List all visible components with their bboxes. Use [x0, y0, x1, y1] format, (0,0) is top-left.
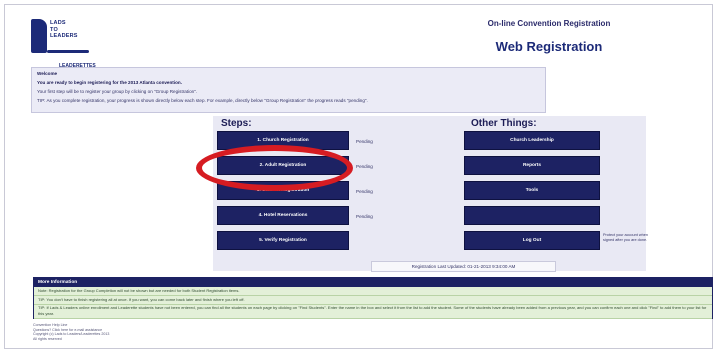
- header-kicker: On-line Convention Registration: [487, 19, 611, 28]
- footer-line-4: All rights reserved: [33, 336, 62, 341]
- step-2-status: Pending: [356, 164, 373, 169]
- more-information-title: More Information: [34, 278, 712, 287]
- logo-wordmark: LADS TO LEADERS: [50, 20, 78, 40]
- lads-to-leaders-logo: LADS TO LEADERS LEADERETTES: [31, 19, 101, 69]
- more-info-tip-1: TIP: You don't have to finish registerin…: [34, 296, 712, 305]
- step-verify-registration-button[interactable]: 5. Verify Registration: [217, 231, 349, 250]
- reports-button[interactable]: Reports: [464, 156, 600, 175]
- welcome-tip: TIP: As you complete registration, your …: [37, 98, 368, 103]
- tools-button[interactable]: Tools: [464, 181, 600, 200]
- blank-nav-button[interactable]: [464, 206, 600, 225]
- welcome-box: Welcome You are ready to begin registeri…: [31, 67, 546, 113]
- more-information-box: More Information Note: Registration for …: [33, 277, 713, 319]
- logo-swoosh-icon: [47, 50, 89, 53]
- steps-title: Steps:: [221, 118, 252, 129]
- logout-note: Protect your account when signed after y…: [603, 233, 648, 242]
- page-frame: LADS TO LEADERS LEADERETTES On-line Conv…: [4, 4, 713, 349]
- step-3-status: Pending: [356, 189, 373, 194]
- footer: Convention Help Line Questions? Click he…: [33, 323, 109, 341]
- more-info-tip-2: TIP: If Lads & Leaders online enrollment…: [34, 305, 712, 319]
- step-4-status: Pending: [356, 214, 373, 219]
- other-things-title: Other Things:: [471, 118, 537, 129]
- logo-flag-icon: [31, 19, 47, 53]
- log-out-button[interactable]: Log Out: [464, 231, 600, 250]
- step-1-status: Pending: [356, 139, 373, 144]
- more-info-note: Note: Registration for the Group Complet…: [34, 287, 712, 296]
- last-updated-label: Registration Last Updated: 01-21-2013 9:…: [371, 261, 556, 272]
- welcome-line-2: Your first step will be to register your…: [37, 89, 198, 94]
- step-hotel-reservations-button[interactable]: 4. Hotel Reservations: [217, 206, 349, 225]
- church-leadership-button[interactable]: Church Leadership: [464, 131, 600, 150]
- welcome-line-1: You are ready to begin registering for t…: [37, 80, 182, 85]
- logo-line-3: LEADERS: [50, 33, 78, 39]
- welcome-heading: Welcome: [37, 71, 58, 76]
- red-highlight-ellipse: [196, 145, 353, 191]
- page-title: Web Registration: [495, 39, 603, 54]
